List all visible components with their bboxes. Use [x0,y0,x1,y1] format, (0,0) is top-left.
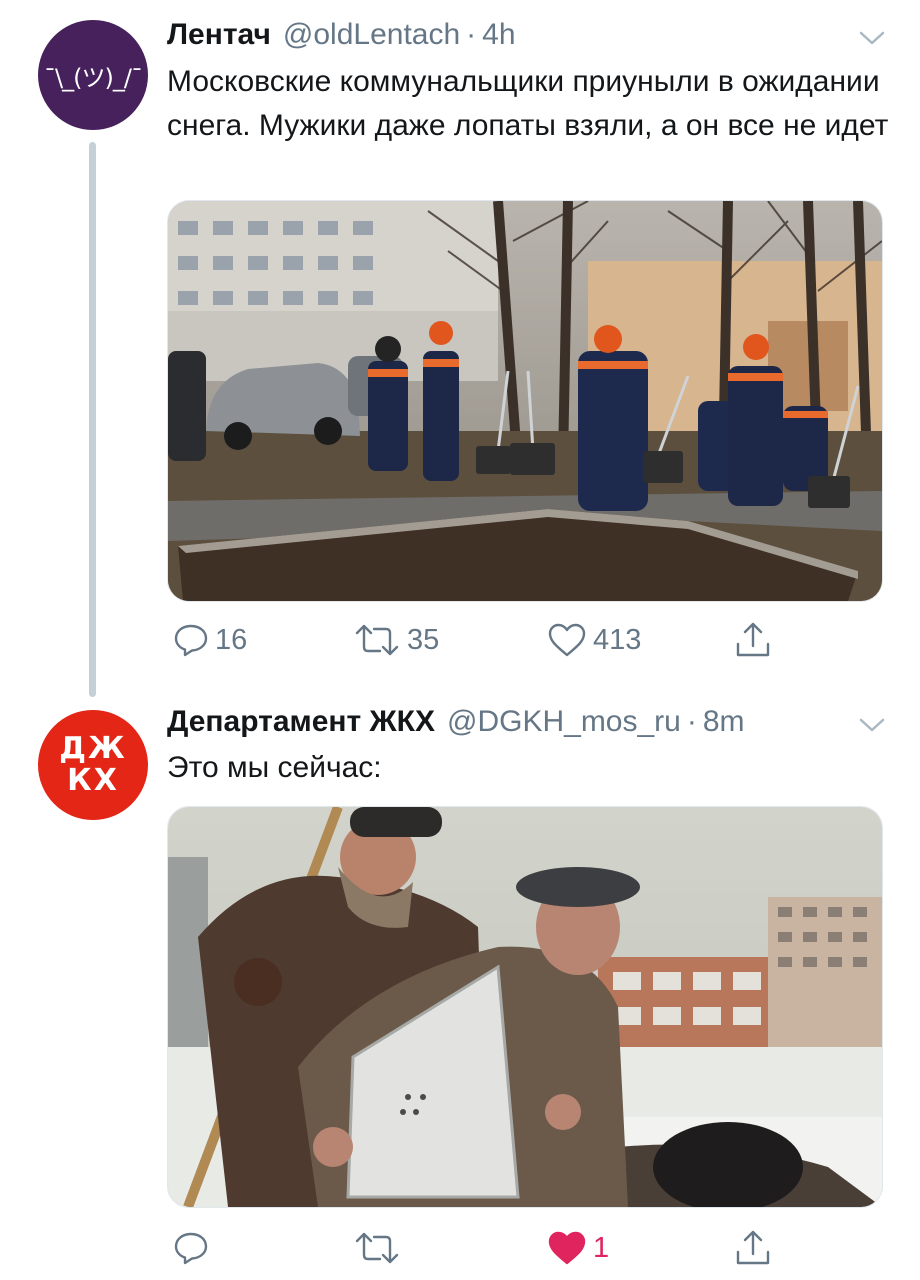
avatar-text-line2: КХ [67,763,119,798]
reply-icon [174,1232,208,1265]
retweet-count: 35 [407,623,440,656]
tweet-header: Департамент ЖКХ @DGKH_mos_ru · 8m [167,705,745,745]
like-button[interactable]: 1 [547,1228,609,1268]
separator-dot: · [466,18,477,51]
tweet-photo[interactable] [167,200,883,602]
chevron-down-icon[interactable] [858,29,886,47]
reply-button[interactable]: 16 [173,620,247,660]
retweet-button[interactable]: 35 [353,620,439,660]
reply-icon [174,624,208,657]
separator-dot: · [686,705,697,738]
chevron-down-icon[interactable] [858,716,886,734]
avatar[interactable]: ¯\_(ツ)_/¯ [38,20,148,130]
tweet-lentach[interactable]: ¯\_(ツ)_/¯ Лентач @oldLentach · 4h Москов… [0,0,920,700]
tweet-photo[interactable] [167,806,883,1208]
tweet-actions: 1 [167,1228,787,1268]
share-icon [736,622,770,657]
avatar-shrug-text: ¯\_(ツ)_/¯ [44,63,143,92]
author-handle[interactable]: @oldLentach [283,18,460,52]
share-button[interactable] [733,1228,773,1268]
avatar[interactable]: ДЖ КХ [38,710,148,820]
tweet-text: Это мы сейчас: [167,751,382,784]
tweet-text: Московские коммунальщики приуныли в ожид… [167,65,889,142]
author-name[interactable]: Департамент ЖКХ [167,705,435,739]
heart-icon [548,1231,586,1265]
reply-button[interactable] [173,1228,215,1268]
like-count: 413 [593,623,642,656]
retweet-icon [355,624,399,656]
share-icon [736,1230,770,1265]
timestamp[interactable]: 4h [482,18,515,52]
tweet-actions: 16 35 413 [167,620,787,660]
avatar-text-line1: ДЖ [59,731,127,766]
photo-workers-with-shovels [168,201,882,601]
retweet-button[interactable] [353,1228,407,1268]
timestamp[interactable]: 8m [703,705,745,739]
share-button[interactable] [733,620,773,660]
author-name[interactable]: Лентач [167,18,271,52]
author-handle[interactable]: @DGKH_mos_ru [447,705,681,739]
photo-men-with-shovels [168,807,882,1207]
tweet-header: Лентач @oldLentach · 4h [167,18,516,58]
reply-count: 16 [215,623,248,656]
like-count: 1 [593,1231,610,1264]
tweet-dgkh[interactable]: ДЖ КХ Департамент ЖКХ @DGKH_mos_ru · 8m … [0,700,920,1280]
like-button[interactable]: 413 [547,620,641,660]
retweet-icon [355,1232,399,1264]
heart-icon [548,623,586,657]
